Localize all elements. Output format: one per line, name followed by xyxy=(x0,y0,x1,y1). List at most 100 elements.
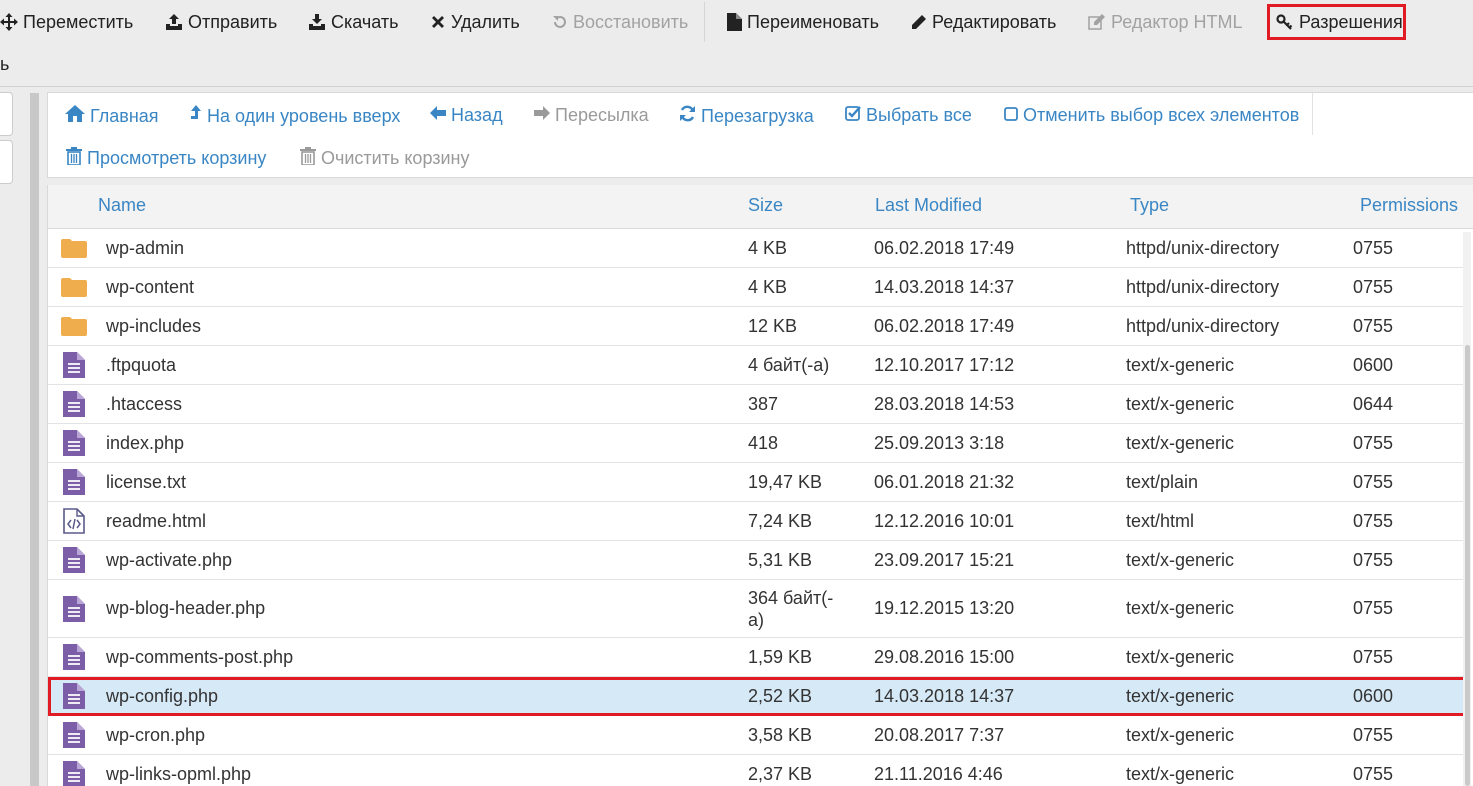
delete-label: Удалить xyxy=(451,11,520,32)
file-permissions: 0644 xyxy=(1353,393,1394,414)
table-row[interactable]: wp-includes 12 KB 06.02.2018 17:49 httpd/un… xyxy=(48,307,1470,346)
reload-button[interactable]: Перезагрузка xyxy=(679,105,814,127)
file-size: 19,47 KB xyxy=(748,472,823,492)
permissions-button[interactable]: Разрешения xyxy=(1267,4,1406,40)
file-size: 1,59 KB xyxy=(748,647,813,667)
column-header-size[interactable]: Size xyxy=(748,195,783,216)
table-row[interactable]: wp-links-opml.php 2,37 KB 21.11.2016 4:46 t… xyxy=(48,755,1470,786)
file-text-icon xyxy=(60,346,88,384)
file-name: license.txt xyxy=(106,471,187,492)
table-row[interactable]: wp-activate.php 5,31 KB 23.09.2017 15:21 te… xyxy=(48,541,1470,580)
sidebar-input-stub[interactable] xyxy=(0,92,13,136)
file-permissions: 0755 xyxy=(1353,646,1394,667)
file-text-icon xyxy=(60,541,88,579)
file-type: text/x-generic xyxy=(1126,393,1235,414)
file-text-icon xyxy=(60,638,88,676)
file-type: httpd/unix-directory xyxy=(1126,276,1280,297)
table-row[interactable]: wp-comments-post.php 1,59 KB 29.08.2016 15… xyxy=(48,638,1470,677)
folder-icon xyxy=(60,229,88,267)
refresh-icon xyxy=(679,105,696,127)
file-type: text/x-generic xyxy=(1126,763,1235,784)
deselect-all-label: Отменить выбор всех элементов xyxy=(1023,105,1300,125)
file-size: 387 xyxy=(748,394,779,414)
file-type: text/x-generic xyxy=(1126,724,1235,745)
table-scrollbar-thumb[interactable] xyxy=(1465,345,1470,786)
file-name: index.php xyxy=(106,432,185,453)
up-level-button[interactable]: На один уровень вверх xyxy=(190,105,400,128)
table-row[interactable]: license.txt 19,47 KB 06.01.2018 21:32 text/… xyxy=(48,463,1470,502)
file-type: text/html xyxy=(1126,510,1195,531)
file-size: 12 KB xyxy=(748,316,798,336)
pencil-icon xyxy=(911,14,927,30)
forward-button[interactable]: Пересылка xyxy=(534,105,649,126)
table-row[interactable]: wp-config.php 2,52 KB 14.03.2018 14:37 text… xyxy=(48,677,1470,716)
navigation-panel: Главная На один уровень вверх Назад Пере… xyxy=(47,92,1473,178)
upload-button[interactable]: Отправить xyxy=(165,0,277,44)
file-modified: 06.01.2018 21:32 xyxy=(874,471,1015,492)
table-row[interactable]: wp-cron.php 3,58 KB 20.08.2017 7:37 text/x-… xyxy=(48,716,1470,755)
back-button[interactable]: Назад xyxy=(430,105,503,126)
forward-label: Пересылка xyxy=(555,105,649,125)
column-header-modified[interactable]: Last Modified xyxy=(875,195,982,216)
toolbar-divider xyxy=(704,2,705,42)
table-row[interactable]: .htaccess 387 28.03.2018 14:53 text/x-gener… xyxy=(48,385,1470,424)
sidebar-input-stub[interactable] xyxy=(0,140,13,184)
trash-icon xyxy=(300,147,316,170)
table-row[interactable]: wp-content 4 KB 14.03.2018 14:37 httpd/unix… xyxy=(48,268,1470,307)
table-row[interactable]: wp-admin 4 KB 06.02.2018 17:49 httpd/unix-d… xyxy=(48,229,1470,268)
restore-button[interactable]: Восстановить xyxy=(552,0,688,44)
file-table: Name Size Last Modified Type Permissions… xyxy=(47,185,1473,786)
download-button[interactable]: Скачать xyxy=(308,0,399,44)
file-size: 4 KB xyxy=(748,277,788,297)
move-button[interactable]: Переместить xyxy=(0,0,133,44)
close-icon xyxy=(430,14,446,30)
file-permissions: 0600 xyxy=(1353,685,1394,706)
view-trash-button[interactable]: Просмотреть корзину xyxy=(66,147,266,170)
sidebar-scrollbar[interactable] xyxy=(30,93,39,786)
file-permissions: 0755 xyxy=(1353,237,1394,258)
file-permissions: 0755 xyxy=(1353,724,1394,745)
file-modified: 06.02.2018 17:49 xyxy=(874,315,1015,336)
empty-trash-button[interactable]: Очистить корзину xyxy=(300,147,470,170)
file-name: wp-comments-post.php xyxy=(106,646,294,667)
file-text-icon xyxy=(60,755,88,786)
column-header-name[interactable]: Name xyxy=(98,195,146,216)
home-button[interactable]: Главная xyxy=(65,105,159,127)
column-header-type[interactable]: Type xyxy=(1130,195,1169,216)
column-header-permissions[interactable]: Permissions xyxy=(1360,195,1458,216)
select-all-button[interactable]: Выбрать все xyxy=(845,105,972,126)
file-type: text/x-generic xyxy=(1126,598,1235,618)
file-size: 2,52 KB xyxy=(748,686,813,706)
table-row[interactable]: readme.html 7,24 KB 12.12.2016 10:01 text/h… xyxy=(48,502,1470,541)
back-label: Назад xyxy=(451,105,503,125)
file-modified: 20.08.2017 7:37 xyxy=(874,724,1005,745)
deselect-all-button[interactable]: Отменить выбор всех элементов xyxy=(1004,105,1299,126)
table-row[interactable]: index.php 418 25.09.2013 3:18 text/x-generi… xyxy=(48,424,1470,463)
table-row[interactable]: .ftpquota 4 байт(-а) 12.10.2017 17:12 text/… xyxy=(48,346,1470,385)
view-trash-label: Просмотреть корзину xyxy=(87,148,267,168)
edit-button[interactable]: Редактировать xyxy=(911,0,1056,44)
file-modified: 14.03.2018 14:37 xyxy=(874,685,1015,706)
file-name: .htaccess xyxy=(106,393,183,414)
file-text-icon xyxy=(60,463,88,501)
table-row[interactable]: wp-blog-header.php 364 байт(-а) 19.12.2015… xyxy=(48,580,1470,638)
file-permissions: 0755 xyxy=(1353,432,1394,453)
file-toolbar: Переместить Отправить Скачать Удалить Во… xyxy=(0,0,1473,87)
level-up-icon xyxy=(190,105,202,128)
file-size: 418 xyxy=(748,433,779,453)
delete-button[interactable]: Удалить xyxy=(430,0,520,44)
toolbar-overflow-text: ь xyxy=(0,54,10,74)
file-name: readme.html xyxy=(106,510,207,531)
file-name: wp-includes xyxy=(106,315,202,336)
file-code-icon xyxy=(60,502,88,540)
file-type: text/x-generic xyxy=(1126,646,1235,667)
file-size: 3,58 KB xyxy=(748,725,813,745)
file-modified: 12.10.2017 17:12 xyxy=(874,354,1015,375)
rename-button[interactable]: Переименовать xyxy=(727,0,879,44)
html-editor-button[interactable]: Редактор HTML xyxy=(1088,0,1242,44)
permissions-label: Разрешения xyxy=(1299,11,1403,32)
check-square-icon xyxy=(845,105,861,126)
file-text-icon xyxy=(60,677,88,715)
file-permissions: 0755 xyxy=(1353,598,1394,618)
download-label: Скачать xyxy=(331,11,399,32)
